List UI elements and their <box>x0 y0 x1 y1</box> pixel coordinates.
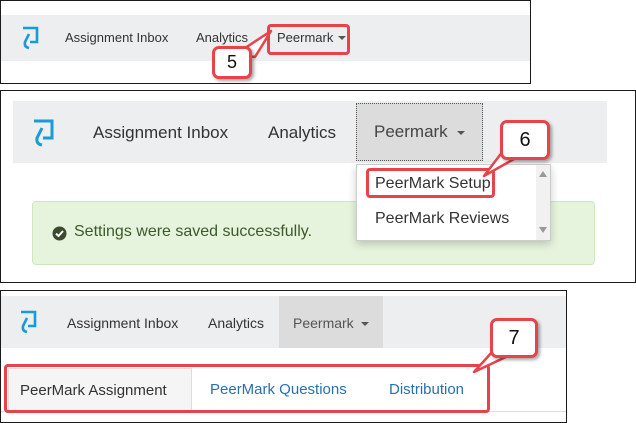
top-navbar: Assignment Inbox Analytics Peermark <box>1 296 566 348</box>
step-5-panel: Assignment Inbox Analytics Peermark <box>0 0 531 84</box>
menu-scrollbar[interactable] <box>536 165 550 240</box>
check-circle-icon <box>52 226 67 241</box>
turnitin-logo-icon[interactable] <box>29 117 57 149</box>
caret-down-icon <box>457 131 465 135</box>
callout-highlight-5 <box>267 24 350 55</box>
menu-item-peermark-reviews[interactable]: PeerMark Reviews <box>375 210 509 228</box>
nav-analytics[interactable]: Analytics <box>196 30 248 45</box>
nav-analytics[interactable]: Analytics <box>268 123 336 143</box>
callout-number-5: 5 <box>212 46 252 79</box>
nav-analytics[interactable]: Analytics <box>208 315 264 331</box>
scroll-down-arrow-icon[interactable] <box>539 227 547 233</box>
nav-peermark-label: Peermark <box>374 122 448 141</box>
nav-assignment-inbox[interactable]: Assignment Inbox <box>93 123 228 143</box>
nav-assignment-inbox[interactable]: Assignment Inbox <box>67 315 178 331</box>
nav-peermark-dropdown[interactable]: Peermark <box>356 103 483 161</box>
turnitin-logo-icon[interactable] <box>17 309 39 335</box>
step-6-panel: Assignment Inbox Analytics Peermark Sett… <box>0 90 636 283</box>
callout-number-6: 6 <box>500 120 550 160</box>
alert-message: Settings were saved successfully. <box>74 223 313 240</box>
caret-down-icon <box>361 322 369 326</box>
callout-highlight-6 <box>366 168 495 198</box>
nav-peermark-label: Peermark <box>293 315 354 331</box>
scroll-up-arrow-icon[interactable] <box>539 171 547 177</box>
callout-number-7: 7 <box>490 318 538 358</box>
top-navbar: Assignment Inbox Analytics Peermark <box>1 15 530 61</box>
callout-highlight-7 <box>4 364 490 413</box>
nav-assignment-inbox[interactable]: Assignment Inbox <box>65 30 168 45</box>
nav-peermark-dropdown[interactable]: Peermark <box>279 296 383 348</box>
turnitin-logo-icon[interactable] <box>19 25 41 51</box>
